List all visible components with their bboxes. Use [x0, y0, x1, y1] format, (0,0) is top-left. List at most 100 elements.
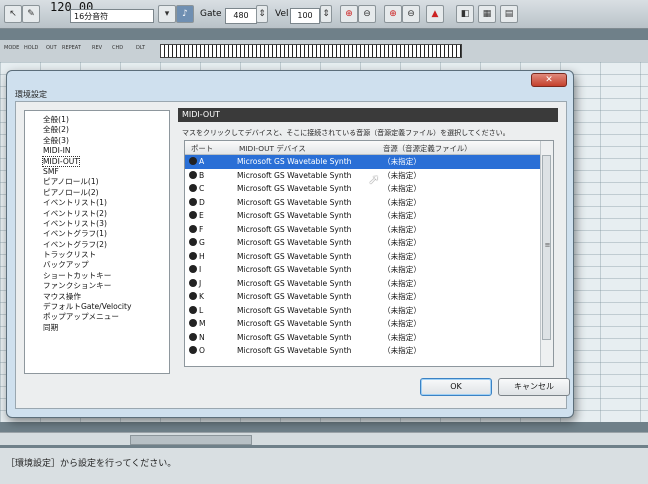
- source-cell[interactable]: （未指定）: [383, 263, 523, 277]
- table-row[interactable]: H Microsoft GS Wavetable Synth （未指定）: [185, 250, 541, 264]
- select-tool-icon[interactable]: ↖: [4, 5, 22, 23]
- device-cell[interactable]: Microsoft GS Wavetable Synth: [237, 344, 377, 358]
- device-cell[interactable]: Microsoft GS Wavetable Synth: [237, 263, 377, 277]
- piano-keyboard[interactable]: [160, 44, 462, 58]
- note-value-select[interactable]: 16分音符: [70, 9, 154, 23]
- quantize-icon[interactable]: ♪: [176, 5, 194, 23]
- port-cell[interactable]: L: [189, 304, 233, 318]
- zoom-v-icon[interactable]: ⊖: [402, 5, 420, 23]
- source-cell[interactable]: （未指定）: [383, 290, 523, 304]
- draw-tool-icon[interactable]: ✎: [22, 5, 40, 23]
- source-cell[interactable]: （未指定）: [383, 169, 523, 183]
- device-cell[interactable]: Microsoft GS Wavetable Synth: [237, 155, 377, 169]
- tree-item[interactable]: MIDI-IN: [25, 146, 169, 156]
- tree-item[interactable]: ファンクションキー: [25, 281, 169, 291]
- settings-icon[interactable]: ▤: [500, 5, 518, 23]
- port-cell[interactable]: M: [189, 317, 233, 331]
- zoom-in-icon[interactable]: ⊕: [340, 5, 358, 23]
- table-row[interactable]: B Microsoft GS Wavetable Synth （未指定）: [185, 169, 541, 183]
- table-row[interactable]: C Microsoft GS Wavetable Synth （未指定）: [185, 182, 541, 196]
- source-cell[interactable]: （未指定）: [383, 304, 523, 318]
- source-cell[interactable]: （未指定）: [383, 277, 523, 291]
- tree-item[interactable]: 全般(3): [25, 136, 169, 146]
- table-row[interactable]: E Microsoft GS Wavetable Synth （未指定）: [185, 209, 541, 223]
- port-cell[interactable]: F: [189, 223, 233, 237]
- port-cell[interactable]: O: [189, 344, 233, 358]
- port-cell[interactable]: A: [189, 155, 233, 169]
- gate-input[interactable]: 480: [225, 8, 257, 24]
- device-cell[interactable]: Microsoft GS Wavetable Synth: [237, 331, 377, 345]
- port-cell[interactable]: B: [189, 169, 233, 183]
- source-cell[interactable]: （未指定）: [383, 209, 523, 223]
- zoom-out-icon[interactable]: ⊖: [358, 5, 376, 23]
- table-row[interactable]: A Microsoft GS Wavetable Synth （未指定）: [185, 155, 541, 169]
- vertical-scrollbar[interactable]: ≡: [540, 141, 553, 366]
- source-cell[interactable]: （未指定）: [383, 223, 523, 237]
- table-row[interactable]: I Microsoft GS Wavetable Synth （未指定）: [185, 263, 541, 277]
- port-cell[interactable]: D: [189, 196, 233, 210]
- table-row[interactable]: J Microsoft GS Wavetable Synth （未指定）: [185, 277, 541, 291]
- device-cell[interactable]: Microsoft GS Wavetable Synth: [237, 223, 377, 237]
- ok-button[interactable]: OK: [420, 378, 492, 396]
- port-cell[interactable]: C: [189, 182, 233, 196]
- tree-item[interactable]: 全般(1): [25, 115, 169, 125]
- tree-item[interactable]: イベントリスト(2): [25, 209, 169, 219]
- device-cell[interactable]: Microsoft GS Wavetable Synth: [237, 196, 377, 210]
- tree-item[interactable]: トラックリスト: [25, 250, 169, 260]
- device-cell[interactable]: Microsoft GS Wavetable Synth: [237, 236, 377, 250]
- device-cell[interactable]: Microsoft GS Wavetable Synth: [237, 290, 377, 304]
- table-row[interactable]: M Microsoft GS Wavetable Synth （未指定）: [185, 317, 541, 331]
- tree-item[interactable]: イベントリスト(3): [25, 219, 169, 229]
- table-row[interactable]: D Microsoft GS Wavetable Synth （未指定）: [185, 196, 541, 210]
- table-row[interactable]: N Microsoft GS Wavetable Synth （未指定）: [185, 331, 541, 345]
- dropdown-arrow-icon[interactable]: ▾: [158, 5, 176, 23]
- settings-tree[interactable]: 全般(1) 全般(2) 全般(3) MIDI-IN MIDI-OUT SMF ピアノロール(…: [24, 110, 170, 374]
- tree-item[interactable]: MIDI-OUT: [25, 155, 169, 167]
- grid-icon[interactable]: ▦: [478, 5, 496, 23]
- vel-spinner-icon[interactable]: ⇕: [320, 5, 332, 23]
- gate-spinner-icon[interactable]: ⇕: [256, 5, 268, 23]
- view-icon[interactable]: ◧: [456, 5, 474, 23]
- tree-item[interactable]: 全般(2): [25, 125, 169, 135]
- tree-item[interactable]: バックアップ: [25, 260, 169, 270]
- source-cell[interactable]: （未指定）: [383, 182, 523, 196]
- source-cell[interactable]: （未指定）: [383, 250, 523, 264]
- device-cell[interactable]: Microsoft GS Wavetable Synth: [237, 209, 377, 223]
- table-row[interactable]: L Microsoft GS Wavetable Synth （未指定）: [185, 304, 541, 318]
- source-cell[interactable]: （未指定）: [383, 236, 523, 250]
- table-row[interactable]: K Microsoft GS Wavetable Synth （未指定）: [185, 290, 541, 304]
- column-header-port[interactable]: ポート: [191, 143, 213, 154]
- source-cell[interactable]: （未指定）: [383, 155, 523, 169]
- tree-item[interactable]: ピアノロール(2): [25, 188, 169, 198]
- port-cell[interactable]: E: [189, 209, 233, 223]
- vertical-scroll-thumb[interactable]: ≡: [542, 155, 551, 340]
- table-row[interactable]: F Microsoft GS Wavetable Synth （未指定）: [185, 223, 541, 237]
- device-cell[interactable]: Microsoft GS Wavetable Synth: [237, 182, 377, 196]
- marker-icon[interactable]: ▲: [426, 5, 444, 23]
- tree-item[interactable]: 同期: [25, 323, 169, 333]
- tree-item[interactable]: イベントグラフ(2): [25, 240, 169, 250]
- port-cell[interactable]: K: [189, 290, 233, 304]
- vel-input[interactable]: 100: [290, 8, 320, 24]
- port-cell[interactable]: N: [189, 331, 233, 345]
- tree-item[interactable]: イベントリスト(1): [25, 198, 169, 208]
- column-header-device[interactable]: MIDI-OUT デバイス: [239, 143, 306, 154]
- device-cell[interactable]: Microsoft GS Wavetable Synth: [237, 277, 377, 291]
- horizontal-scrollbar[interactable]: [0, 432, 648, 445]
- port-cell[interactable]: G: [189, 236, 233, 250]
- source-cell[interactable]: （未指定）: [383, 344, 523, 358]
- cancel-button[interactable]: キャンセル: [498, 378, 570, 396]
- tree-item[interactable]: デフォルトGate/Velocity: [25, 302, 169, 312]
- source-cell[interactable]: （未指定）: [383, 196, 523, 210]
- tree-item[interactable]: ポップアップメニュー: [25, 312, 169, 322]
- horizontal-scroll-thumb[interactable]: [130, 435, 252, 445]
- zoom-h-icon[interactable]: ⊕: [384, 5, 402, 23]
- source-cell[interactable]: （未指定）: [383, 317, 523, 331]
- device-cell[interactable]: Microsoft GS Wavetable Synth: [237, 304, 377, 318]
- tree-item[interactable]: イベントグラフ(1): [25, 229, 169, 239]
- column-header-source[interactable]: 音源（音源定義ファイル）: [383, 143, 472, 154]
- source-cell[interactable]: （未指定）: [383, 331, 523, 345]
- device-cell[interactable]: Microsoft GS Wavetable Synth: [237, 169, 377, 183]
- tree-item[interactable]: SMF: [25, 167, 169, 177]
- device-cell[interactable]: Microsoft GS Wavetable Synth: [237, 317, 377, 331]
